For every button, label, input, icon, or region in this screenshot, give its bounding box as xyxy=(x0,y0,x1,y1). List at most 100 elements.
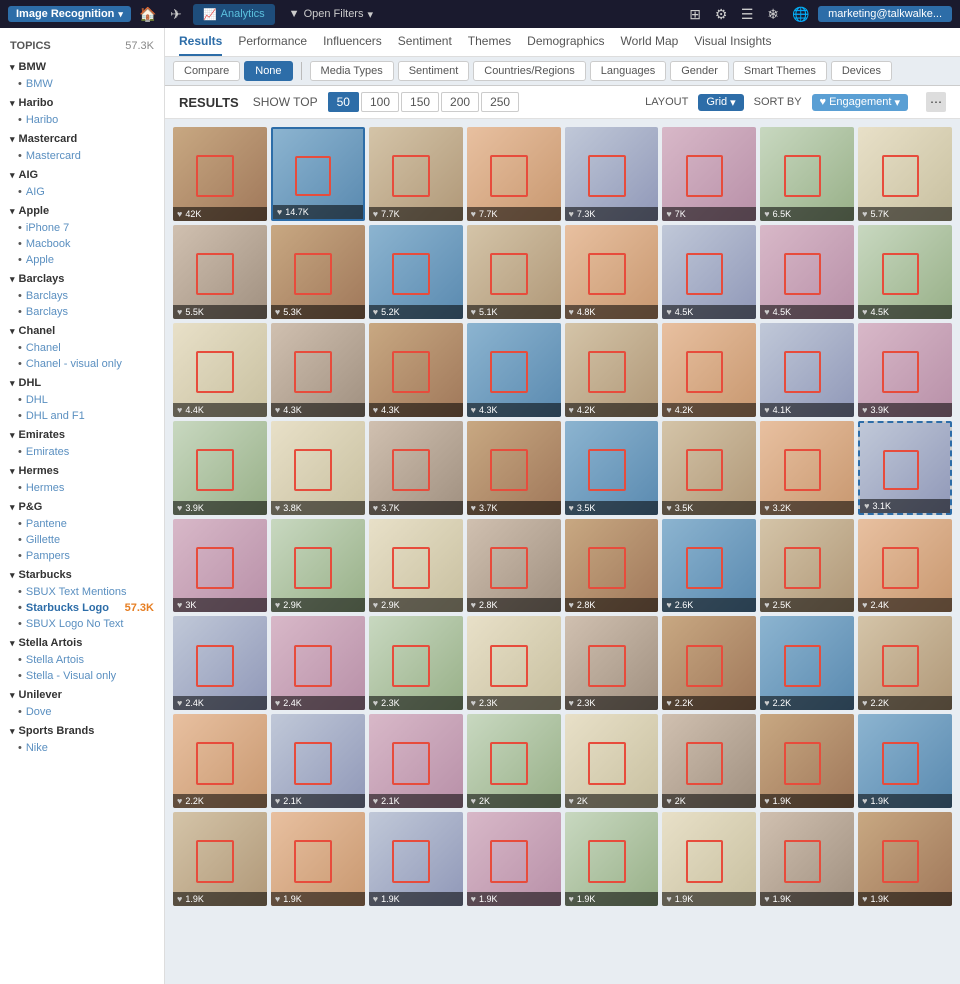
grid-item[interactable]: ♥5.1K xyxy=(467,225,561,319)
grid-item[interactable]: ♥3.7K xyxy=(369,421,463,515)
sidebar-item-dhl[interactable]: •DHL xyxy=(0,392,164,408)
grid-item[interactable]: ♥2.2K xyxy=(858,616,952,710)
grid-item[interactable]: ♥2K xyxy=(662,714,756,808)
sidebar-group-hermes[interactable]: ▾Hermes xyxy=(0,462,164,480)
grid-item[interactable]: ♥3.5K xyxy=(662,421,756,515)
tab-visual-insights[interactable]: Visual Insights xyxy=(694,34,771,56)
sidebar-item-apple[interactable]: •Apple xyxy=(0,252,164,268)
smart-themes-button[interactable]: Smart Themes xyxy=(733,61,827,81)
sidebar-group-unilever[interactable]: ▾Unilever xyxy=(0,686,164,704)
grid-item[interactable]: ♥1.9K xyxy=(662,812,756,906)
grid-item[interactable]: ♥1.9K xyxy=(760,812,854,906)
none-button[interactable]: None xyxy=(244,61,292,81)
sidebar-group-emirates[interactable]: ▾Emirates xyxy=(0,426,164,444)
grid-item[interactable]: ♥7K xyxy=(662,127,756,221)
sidebar-item-stella---visual-only[interactable]: •Stella - Visual only xyxy=(0,668,164,684)
rocket-icon[interactable]: ✈ xyxy=(165,3,187,25)
grid-item[interactable]: ♥3.1K xyxy=(858,421,952,515)
grid-item[interactable]: ♥4.1K xyxy=(760,323,854,417)
grid-item[interactable]: ♥3.9K xyxy=(173,421,267,515)
sidebar-item-dhl-and-f1[interactable]: •DHL and F1 xyxy=(0,408,164,424)
grid-item[interactable]: ♥42K xyxy=(173,127,267,221)
devices-button[interactable]: Devices xyxy=(831,61,892,81)
grid-item[interactable]: ♥4.2K xyxy=(565,323,659,417)
show-top-50-button[interactable]: 50 xyxy=(328,92,359,112)
grid-item[interactable]: ♥2.3K xyxy=(369,616,463,710)
gender-button[interactable]: Gender xyxy=(670,61,729,81)
open-filters-button[interactable]: ▼ Open Filters ▾ xyxy=(281,4,381,25)
sidebar-item-stella-artois[interactable]: •Stella Artois xyxy=(0,652,164,668)
grid-item[interactable]: ♥5.7K xyxy=(858,127,952,221)
sidebar-item-dove[interactable]: •Dove xyxy=(0,704,164,720)
sidebar-item-nike[interactable]: •Nike xyxy=(0,740,164,756)
grid-item[interactable]: ♥4.3K xyxy=(271,323,365,417)
grid-item[interactable]: ♥2.2K xyxy=(662,616,756,710)
list-view-icon[interactable]: ☰ xyxy=(736,3,758,25)
grid-item[interactable]: ♥3.9K xyxy=(858,323,952,417)
grid-item[interactable]: ♥2.8K xyxy=(467,519,561,613)
sentiment-button[interactable]: Sentiment xyxy=(398,61,470,81)
grid-item[interactable]: ♥2.6K xyxy=(662,519,756,613)
grid-item[interactable]: ♥2.8K xyxy=(565,519,659,613)
sidebar-group-stella-artois[interactable]: ▾Stella Artois xyxy=(0,634,164,652)
grid-item[interactable]: ♥5.5K xyxy=(173,225,267,319)
grid-item[interactable]: ♥1.9K xyxy=(467,812,561,906)
grid-item[interactable]: ♥3K xyxy=(173,519,267,613)
grid-item[interactable]: ♥7.7K xyxy=(369,127,463,221)
grid-item[interactable]: ♥4.4K xyxy=(173,323,267,417)
globe-icon[interactable]: 🌐 xyxy=(790,3,812,25)
sidebar-group-haribo[interactable]: ▾Haribo xyxy=(0,94,164,112)
brand-button[interactable]: Image Recognition ▾ xyxy=(8,6,131,22)
sidebar-group-barclays[interactable]: ▾Barclays xyxy=(0,270,164,288)
grid-item[interactable]: ♥2.9K xyxy=(369,519,463,613)
grid-item[interactable]: ♥2.1K xyxy=(369,714,463,808)
grid-item[interactable]: ♥2.2K xyxy=(760,616,854,710)
tab-sentiment[interactable]: Sentiment xyxy=(398,34,452,56)
tab-world-map[interactable]: World Map xyxy=(621,34,679,56)
languages-button[interactable]: Languages xyxy=(590,61,666,81)
sidebar-item-iphone-7[interactable]: •iPhone 7 xyxy=(0,220,164,236)
grid-item[interactable]: ♥2.1K xyxy=(271,714,365,808)
grid-item[interactable]: ♥5.3K xyxy=(271,225,365,319)
grid-item[interactable]: ♥4.3K xyxy=(467,323,561,417)
grid-item[interactable]: ♥1.9K xyxy=(858,714,952,808)
grid-item[interactable]: ♥3.7K xyxy=(467,421,561,515)
tab-results[interactable]: Results xyxy=(179,34,222,56)
settings-icon[interactable]: ⚙ xyxy=(710,3,732,25)
sidebar-item-gillette[interactable]: •Gillette xyxy=(0,532,164,548)
grid-item[interactable]: ♥3.8K xyxy=(271,421,365,515)
sidebar-group-bmw[interactable]: ▾BMW xyxy=(0,58,164,76)
sidebar-item-pantene[interactable]: •Pantene xyxy=(0,516,164,532)
sidebar-item-bmw[interactable]: •BMW xyxy=(0,76,164,92)
grid-item[interactable]: ♥2.4K xyxy=(173,616,267,710)
sidebar-item-haribo[interactable]: •Haribo xyxy=(0,112,164,128)
show-top-100-button[interactable]: 100 xyxy=(361,92,399,112)
grid-item[interactable]: ♥2.3K xyxy=(565,616,659,710)
more-options-button[interactable]: ⋯ xyxy=(926,92,946,112)
sidebar-group-chanel[interactable]: ▾Chanel xyxy=(0,322,164,340)
sidebar-item-emirates[interactable]: •Emirates xyxy=(0,444,164,460)
grid-item[interactable]: ♥2K xyxy=(565,714,659,808)
sidebar-item-barclays[interactable]: •Barclays xyxy=(0,304,164,320)
grid-item[interactable]: ♥2K xyxy=(467,714,561,808)
show-top-150-button[interactable]: 150 xyxy=(401,92,439,112)
countries-regions-button[interactable]: Countries/Regions xyxy=(473,61,586,81)
grid-item[interactable]: ♥1.9K xyxy=(858,812,952,906)
grid-item[interactable]: ♥4.5K xyxy=(662,225,756,319)
sidebar-item-chanel---visual-only[interactable]: •Chanel - visual only xyxy=(0,356,164,372)
sidebar-group-sports-brands[interactable]: ▾Sports Brands xyxy=(0,722,164,740)
sidebar-item-sbux-text-mentions[interactable]: •SBUX Text Mentions xyxy=(0,584,164,600)
grid-item[interactable]: ♥1.9K xyxy=(369,812,463,906)
compare-button[interactable]: Compare xyxy=(173,61,240,81)
layout-button[interactable]: Grid ▾ xyxy=(698,94,743,111)
sidebar-group-p-g[interactable]: ▾P&G xyxy=(0,498,164,516)
grid-item[interactable]: ♥1.9K xyxy=(760,714,854,808)
grid-item[interactable]: ♥1.9K xyxy=(271,812,365,906)
grid-item[interactable]: ♥1.9K xyxy=(173,812,267,906)
grid-item[interactable]: ♥2.9K xyxy=(271,519,365,613)
grid-item[interactable]: ♥14.7K xyxy=(271,127,365,221)
sidebar-item-hermes[interactable]: •Hermes xyxy=(0,480,164,496)
snowflake-icon[interactable]: ❄ xyxy=(762,3,784,25)
grid-item[interactable]: ♥4.3K xyxy=(369,323,463,417)
home-icon[interactable]: 🏠 xyxy=(137,3,159,25)
